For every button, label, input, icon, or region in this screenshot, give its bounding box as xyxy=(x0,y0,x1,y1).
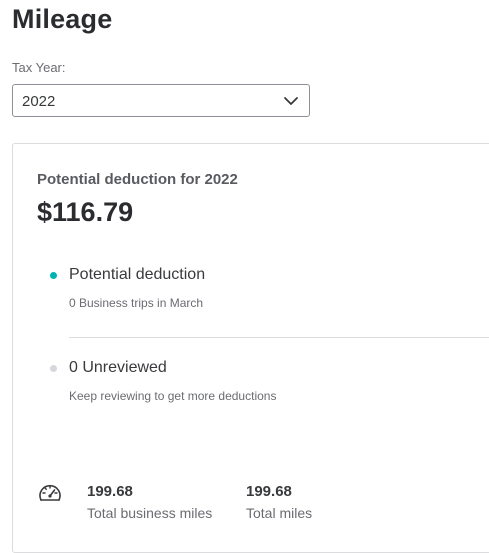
tax-year-select[interactable]: 2022 xyxy=(12,84,310,117)
keep-reviewing-text: Keep reviewing to get more deductions xyxy=(69,389,277,403)
unreviewed-dot xyxy=(50,365,57,372)
business-miles-value: 199.68 xyxy=(87,483,133,500)
business-miles-label: Total business miles xyxy=(87,505,213,521)
total-miles-value: 199.68 xyxy=(246,483,292,500)
potential-deduction-title: Potential deduction xyxy=(69,266,206,283)
tax-year-label: Tax Year: xyxy=(12,60,66,75)
speedometer-icon xyxy=(39,484,61,501)
deduction-amount: $116.79 xyxy=(37,197,134,227)
chevron-down-icon xyxy=(284,97,298,105)
potential-deduction-dot xyxy=(50,272,57,279)
tax-year-value: 2022 xyxy=(22,93,56,110)
total-miles-label: Total miles xyxy=(246,505,313,521)
deduction-title: Potential deduction for 2022 xyxy=(37,171,238,188)
business-trips-text: 0 Business trips in March xyxy=(69,296,204,310)
unreviewed-title: 0 Unreviewed xyxy=(69,359,167,376)
divider xyxy=(69,337,489,338)
deduction-card: Potential deduction for 2022 $116.79 Pot… xyxy=(12,143,489,553)
page-title: Mileage xyxy=(12,4,113,34)
